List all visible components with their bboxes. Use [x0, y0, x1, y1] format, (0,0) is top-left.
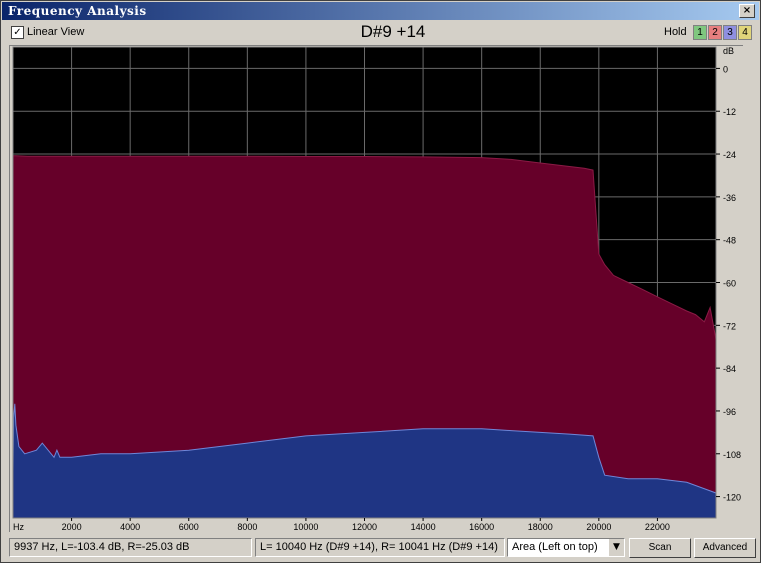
- scan-button[interactable]: Scan: [629, 538, 691, 558]
- title-bar[interactable]: Frequency Analysis ×: [2, 2, 759, 20]
- x-tick-label: 6000: [179, 522, 199, 532]
- y-tick-label: -84: [723, 364, 736, 374]
- x-tick-label: 14000: [411, 522, 436, 532]
- hold-button-3[interactable]: 3: [723, 25, 737, 40]
- toolbar: ✓ Linear View D#9 +14 Hold 1 2 3 4: [3, 22, 758, 44]
- x-tick-label: 20000: [586, 522, 611, 532]
- y-tick-label: -12: [723, 107, 736, 117]
- hold-button-1[interactable]: 1: [693, 25, 707, 40]
- hold-button-4[interactable]: 4: [738, 25, 752, 40]
- note-readout: D#9 +14: [360, 22, 426, 41]
- advanced-button[interactable]: Advanced: [694, 538, 756, 558]
- chevron-down-icon[interactable]: ▼: [608, 539, 624, 556]
- linear-view-checkbox[interactable]: ✓: [11, 26, 24, 39]
- y-axis-label: dB: [723, 46, 734, 56]
- x-tick-label: 12000: [352, 522, 377, 532]
- spectrum-plot[interactable]: 0 -12 -24 -36 -48 -60 -72 -84 -96 -108 -120 dB 2000 4…: [10, 46, 743, 532]
- peak-readout: L= 10040 Hz (D#9 +14), R= 10041 Hz (D#9 …: [255, 538, 505, 557]
- x-tick-label: 4000: [120, 522, 140, 532]
- linear-view-label[interactable]: Linear View: [27, 26, 84, 38]
- x-tick-label: 8000: [237, 522, 257, 532]
- close-button[interactable]: ×: [739, 4, 755, 18]
- y-tick-label: -48: [723, 236, 736, 246]
- x-tick-label: 16000: [469, 522, 494, 532]
- hold-button-2[interactable]: 2: [708, 25, 722, 40]
- y-tick-label: -108: [723, 450, 741, 460]
- view-mode-value: Area (Left on top): [512, 541, 598, 553]
- hold-label: Hold: [664, 26, 687, 38]
- frequency-analysis-window: Frequency Analysis × ✓ Linear View D#9 +…: [0, 0, 761, 563]
- spectrum-plot-frame: 0 -12 -24 -36 -48 -60 -72 -84 -96 -108 -120 dB 2000 4…: [9, 45, 743, 532]
- x-tick-label: 22000: [645, 522, 670, 532]
- x-tick-label: 2000: [62, 522, 82, 532]
- status-bar: 9937 Hz, L=-103.4 dB, R=-25.03 dB L= 100…: [3, 537, 758, 559]
- view-mode-select[interactable]: Area (Left on top) ▼: [507, 538, 625, 557]
- x-tick-label: 10000: [293, 522, 318, 532]
- y-tick-label: -120: [723, 493, 741, 503]
- x-tick-label: 18000: [528, 522, 553, 532]
- y-tick-label: -72: [723, 321, 736, 331]
- y-tick-label: 0: [723, 64, 728, 74]
- window-title: Frequency Analysis: [8, 4, 147, 18]
- y-tick-label: -24: [723, 150, 736, 160]
- cursor-readout: 9937 Hz, L=-103.4 dB, R=-25.03 dB: [9, 538, 252, 557]
- x-axis-label: Hz: [13, 522, 24, 532]
- y-tick-label: -36: [723, 193, 736, 203]
- y-tick-label: -96: [723, 407, 736, 417]
- y-tick-label: -60: [723, 279, 736, 289]
